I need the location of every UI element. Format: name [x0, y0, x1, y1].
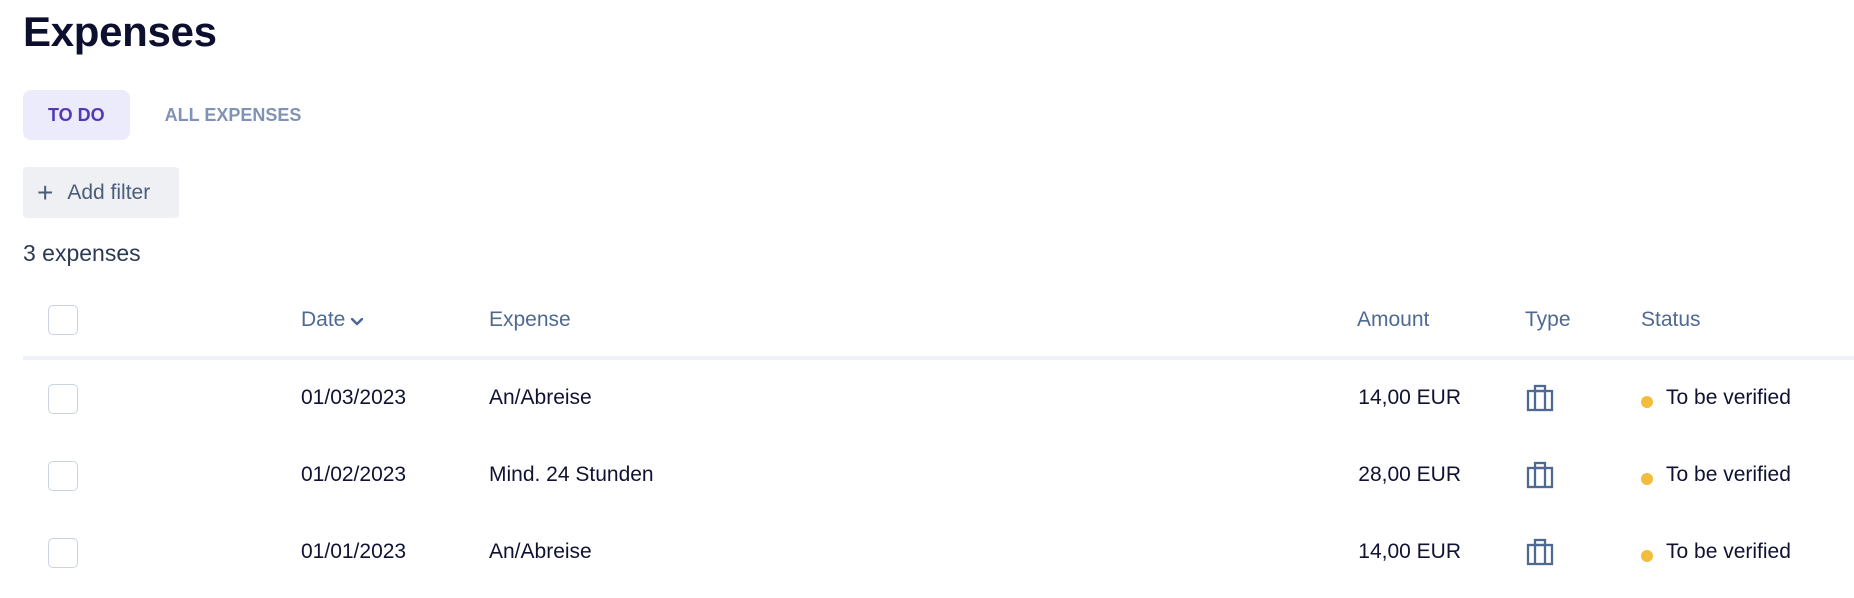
row-date: 01/01/2023	[301, 540, 407, 563]
table-row[interactable]: 01/02/2023 Mind. 24 Stunden 28,00 EUR To…	[23, 437, 1854, 514]
row-checkbox[interactable]	[48, 461, 78, 491]
plus-icon: +	[37, 176, 54, 208]
briefcase-icon	[1526, 384, 1554, 417]
date-column-header[interactable]: Date	[301, 308, 364, 332]
table-row[interactable]: 01/03/2023 An/Abreise 14,00 EUR To be ve…	[23, 360, 1854, 437]
add-filter-button[interactable]: + Add filter	[23, 167, 179, 218]
row-checkbox[interactable]	[48, 538, 78, 568]
tab-all-expenses[interactable]: ALL EXPENSES	[140, 90, 327, 140]
row-expense: An/Abreise	[489, 540, 592, 563]
row-status: To be verified	[1666, 540, 1791, 563]
status-dot	[1641, 396, 1653, 408]
row-date: 01/02/2023	[301, 463, 407, 486]
row-status: To be verified	[1666, 386, 1791, 409]
row-amount: 14,00 EUR	[1358, 540, 1461, 563]
row-amount: 14,00 EUR	[1358, 386, 1461, 409]
expense-column-header[interactable]: Expense	[489, 308, 571, 332]
row-status: To be verified	[1666, 463, 1791, 486]
date-header-label: Date	[301, 308, 346, 331]
status-column-header[interactable]: Status	[1641, 308, 1701, 332]
row-expense: An/Abreise	[489, 386, 592, 409]
briefcase-icon	[1526, 538, 1554, 571]
chevron-down-icon	[351, 308, 364, 332]
row-expense: Mind. 24 Stunden	[489, 463, 654, 486]
status-dot	[1641, 473, 1653, 485]
tab-to-do[interactable]: TO DO	[23, 90, 130, 140]
expenses-table: Date Expense Amount Type Status 01/03/20…	[23, 296, 1854, 591]
table-row[interactable]: 01/01/2023 An/Abreise 14,00 EUR To be ve…	[23, 514, 1854, 591]
status-dot	[1641, 550, 1653, 562]
page-title: Expenses	[23, 8, 217, 55]
row-amount: 28,00 EUR	[1358, 463, 1461, 486]
expense-count: 3 expenses	[23, 240, 141, 266]
row-date: 01/03/2023	[301, 386, 407, 409]
select-all-checkbox[interactable]	[48, 305, 78, 335]
row-checkbox[interactable]	[48, 384, 78, 414]
tab-bar: TO DO ALL EXPENSES	[23, 90, 326, 140]
type-column-header[interactable]: Type	[1525, 308, 1571, 332]
amount-column-header[interactable]: Amount	[1357, 308, 1429, 332]
add-filter-label: Add filter	[67, 180, 151, 204]
briefcase-icon	[1526, 461, 1554, 494]
table-header: Date Expense Amount Type Status	[23, 296, 1854, 360]
